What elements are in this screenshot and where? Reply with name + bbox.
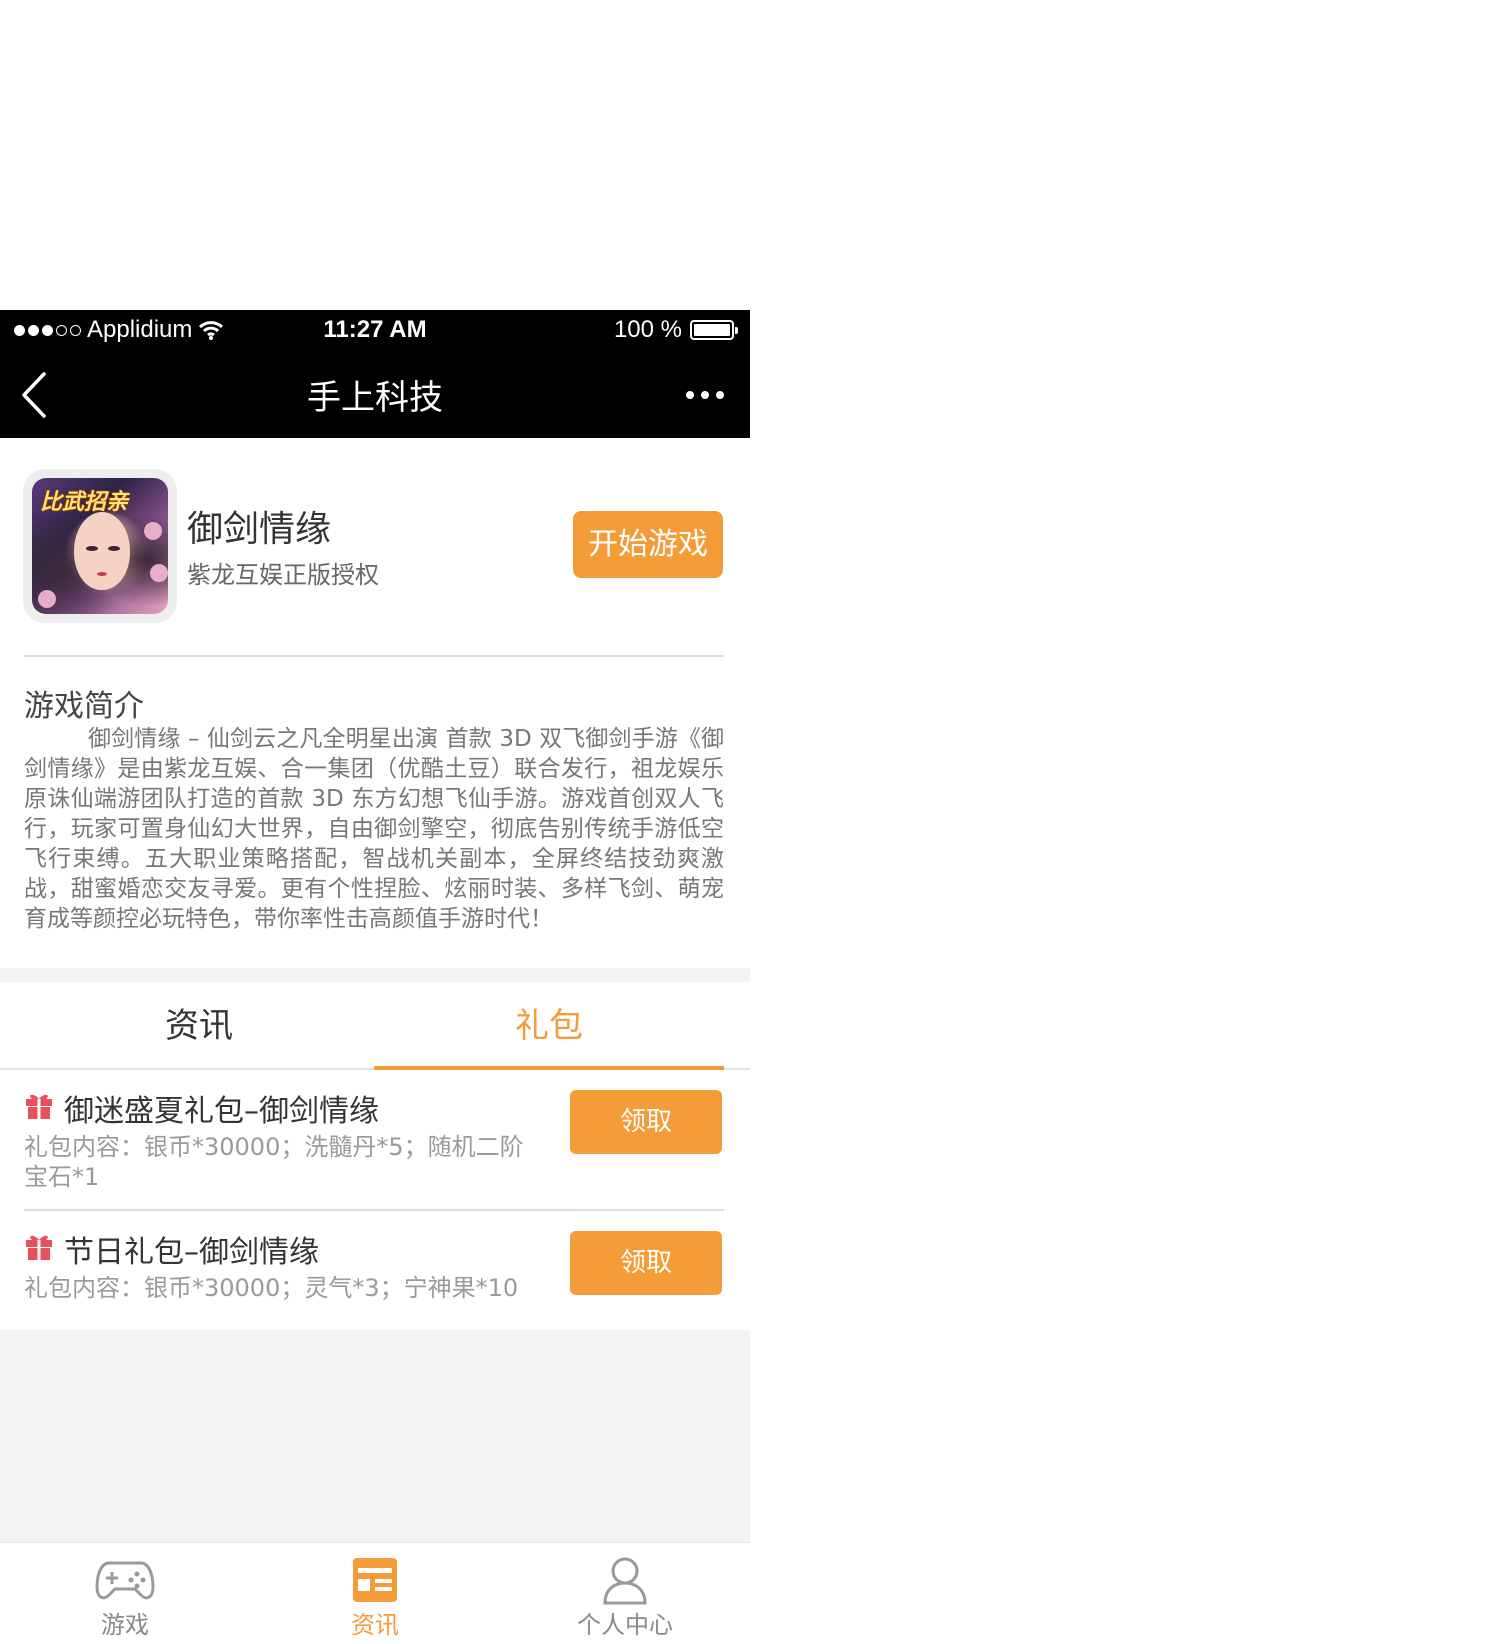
- list-item: 节日礼包–御剑情缘 礼包内容：银币*30000；灵气*3；宁神果*10 领取: [0, 1211, 750, 1330]
- game-info-card: 比武招亲 御剑情缘 紫龙互娱正版授权 开始游戏 游戏简介 御剑情缘 – 仙剑云之…: [0, 438, 750, 968]
- battery-icon: [690, 320, 738, 340]
- page-title: 手上科技: [307, 378, 443, 418]
- news-icon: [353, 1558, 397, 1602]
- ellipsis-icon: [686, 391, 694, 399]
- tabbar-item-games[interactable]: 游戏: [0, 1543, 250, 1644]
- divider: [24, 655, 724, 657]
- list-item: 御迷盛夏礼包–御剑情缘 礼包内容：银币*30000；洗髓丹*5；随机二阶宝石*1…: [0, 1070, 750, 1211]
- game-icon[interactable]: 比武招亲: [23, 469, 177, 623]
- game-subtitle: 紫龙互娱正版授权: [187, 561, 379, 589]
- gift-content: 礼包内容：银币*30000；灵气*3；宁神果*10: [24, 1274, 519, 1302]
- start-game-button[interactable]: 开始游戏: [573, 511, 723, 578]
- gift-name: 御迷盛夏礼包–御剑情缘: [64, 1094, 379, 1129]
- intro-text: 御剑情缘 – 仙剑云之凡全明星出演 首款 3D 双飞御剑手游《御剑情缘》是由紫龙…: [24, 726, 724, 932]
- gamepad-icon: [95, 1561, 155, 1600]
- gift-icon: [26, 1094, 52, 1119]
- game-artwork: 比武招亲: [32, 478, 168, 614]
- tabbar-label: 个人中心: [577, 1611, 673, 1639]
- intro-title: 游戏简介: [24, 689, 144, 724]
- gift-icon: [26, 1235, 52, 1260]
- tabbar-label: 游戏: [101, 1611, 149, 1639]
- claim-button[interactable]: 领取: [570, 1231, 722, 1295]
- phone-screen: Applidium 11:27 AM 100 % 手上科技 比武招亲 御剑情缘 …: [0, 310, 750, 1644]
- bottom-tab-bar: 游戏 资讯 个人中心: [0, 1542, 750, 1644]
- gift-list: 御迷盛夏礼包–御剑情缘 礼包内容：银币*30000；洗髓丹*5；随机二阶宝石*1…: [0, 1070, 750, 1330]
- gift-name: 节日礼包–御剑情缘: [64, 1235, 319, 1270]
- status-bar: Applidium 11:27 AM 100 %: [0, 310, 750, 350]
- content-tabs: 资讯 礼包: [0, 982, 750, 1070]
- tabbar-label: 资讯: [351, 1611, 399, 1639]
- user-icon: [603, 1557, 647, 1605]
- nav-bar: 手上科技: [0, 350, 750, 438]
- tab-gifts[interactable]: 礼包: [374, 982, 724, 1070]
- gift-content: 礼包内容：银币*30000；洗髓丹*5；随机二阶宝石*1: [24, 1133, 524, 1191]
- tab-news[interactable]: 资讯: [24, 982, 374, 1070]
- game-logo: 比武招亲: [40, 490, 129, 515]
- tabbar-item-profile[interactable]: 个人中心: [500, 1543, 750, 1644]
- battery-percent: 100 %: [613, 316, 682, 343]
- tabbar-item-news[interactable]: 资讯: [250, 1543, 500, 1644]
- game-title: 御剑情缘: [187, 509, 332, 550]
- claim-button[interactable]: 领取: [570, 1090, 722, 1154]
- battery-group: 100 %: [613, 316, 738, 344]
- more-button[interactable]: [680, 380, 730, 410]
